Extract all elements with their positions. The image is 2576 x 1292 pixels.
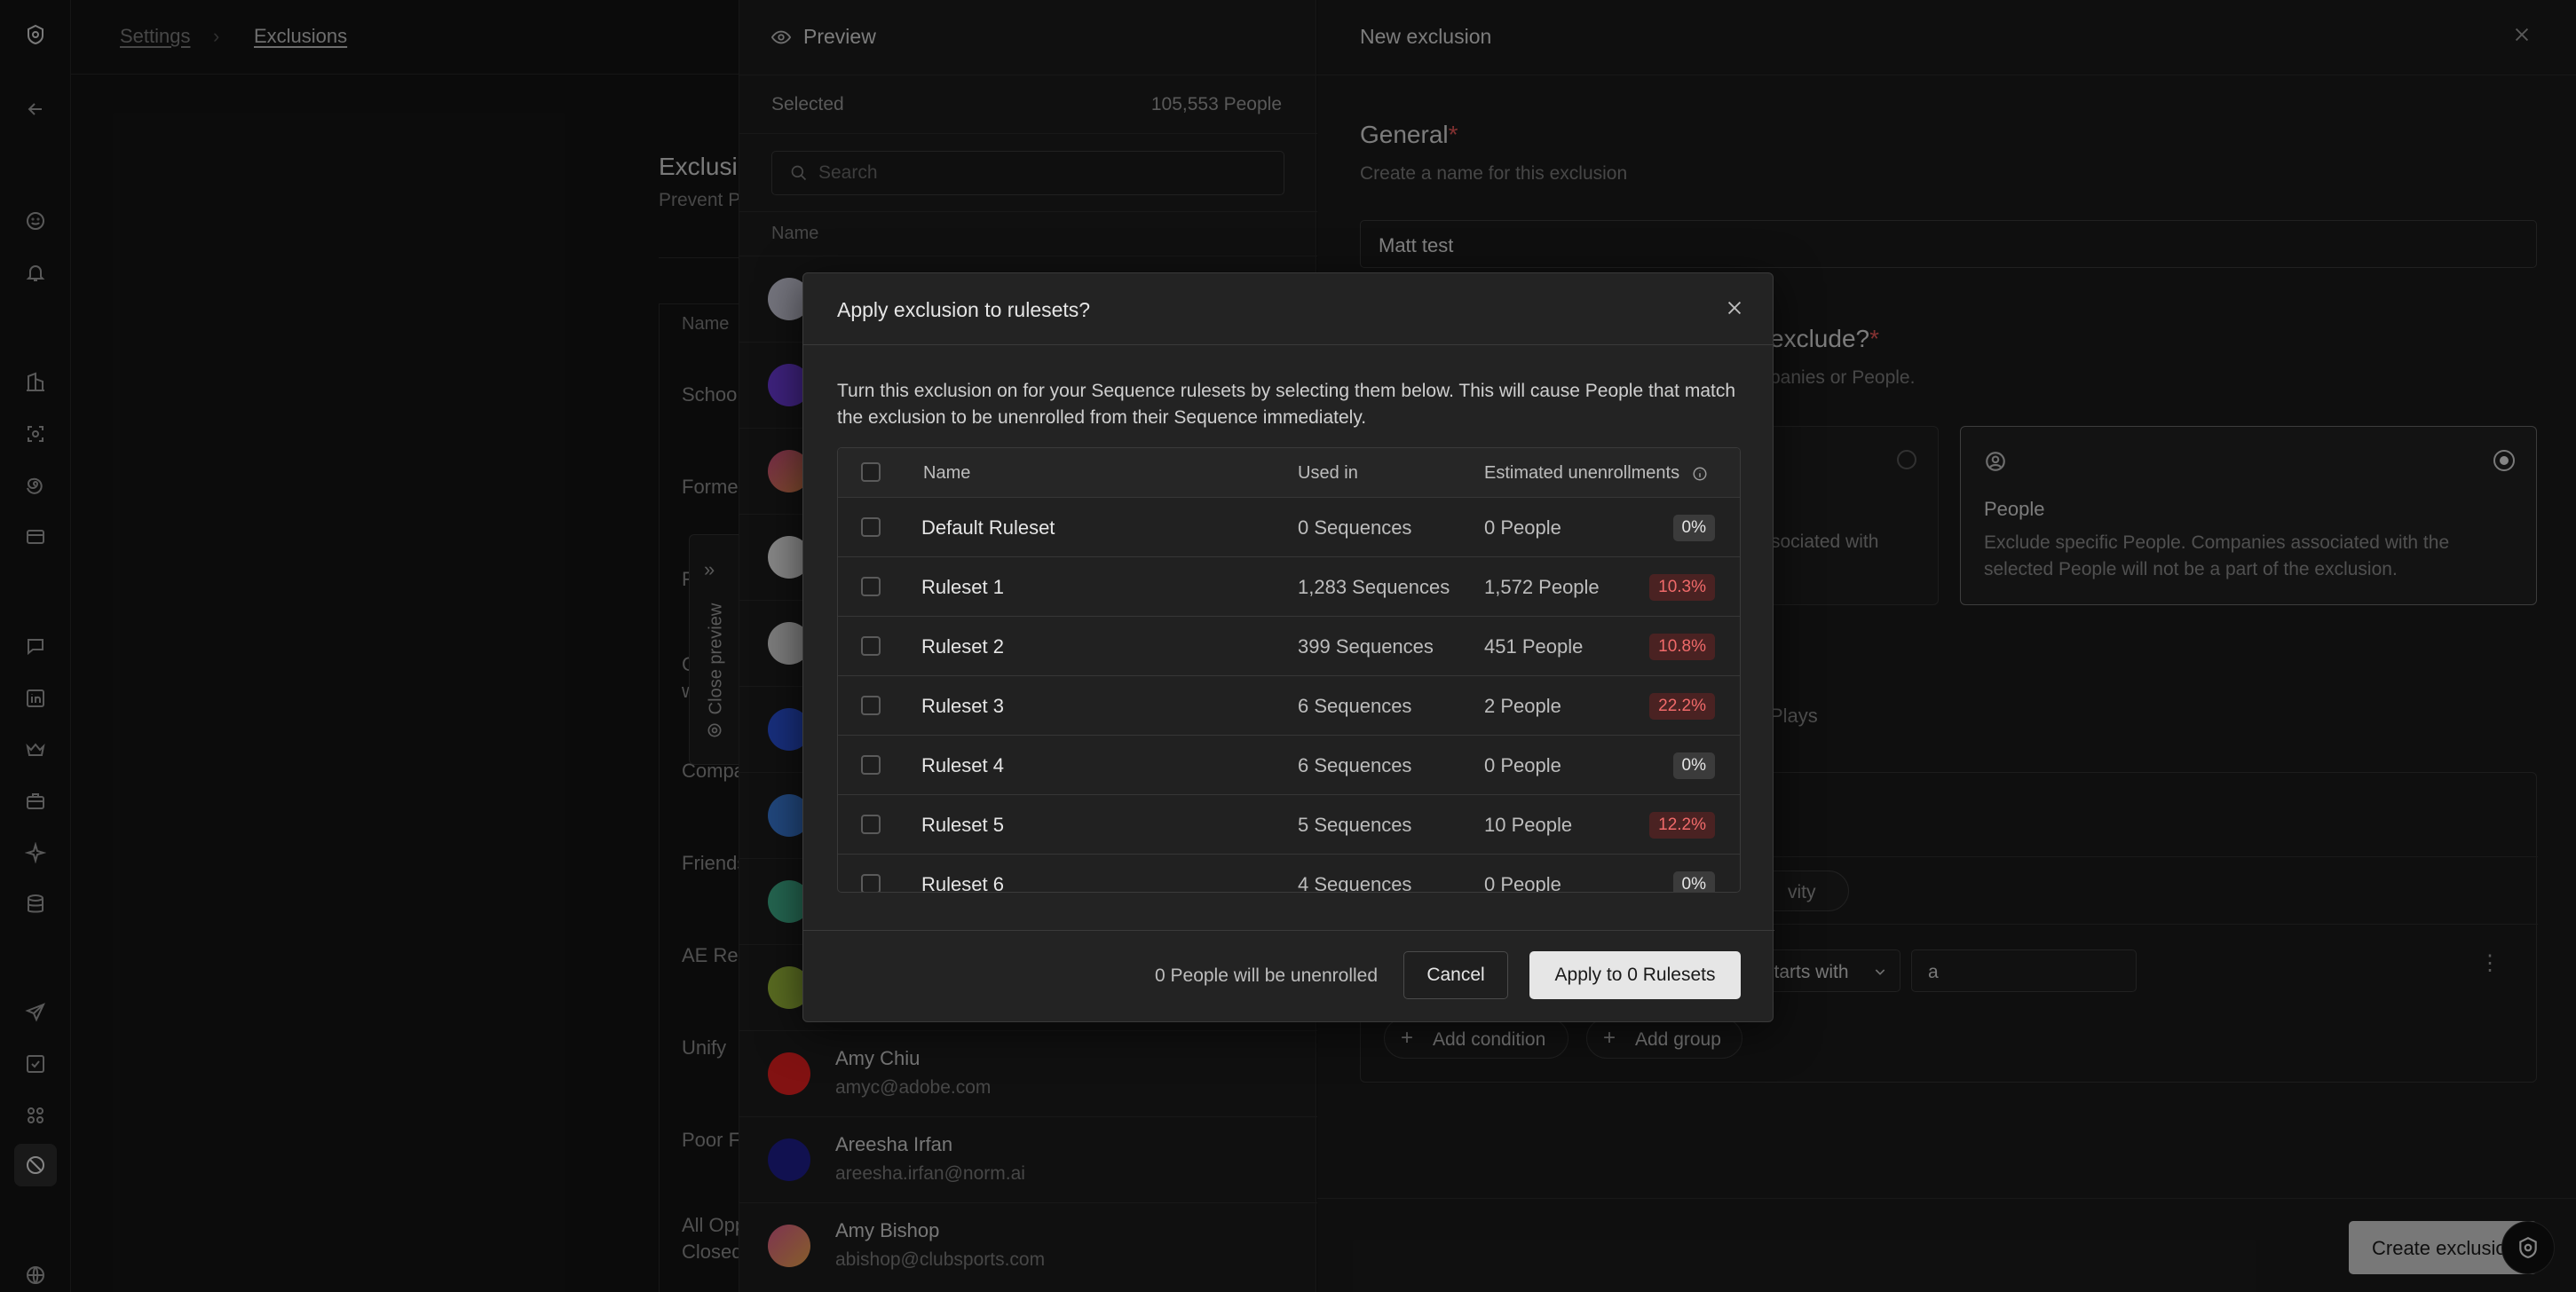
ruleset-checkbox[interactable] [861,755,881,775]
table-header: Name Used in Estimated unenrollments [838,448,1740,497]
unenroll-percent-badge: 22.2% [1649,693,1715,720]
unenroll-percent-badge: 0% [1672,752,1715,779]
modal-title: Apply exclusion to rulesets? [837,298,1091,321]
ruleset-name: Default Ruleset [921,516,1055,539]
ruleset-name: Ruleset 6 [921,873,1004,893]
ruleset-row[interactable]: Ruleset 4 6 Sequences 0 People 0% [838,735,1740,794]
apply-exclusion-modal: Apply exclusion to rulesets? Turn this e… [802,272,1774,1022]
column-estimated-unenrollments: Estimated unenrollments [1484,463,1680,483]
unenroll-percent-badge: 10.8% [1649,634,1715,660]
info-icon[interactable] [1692,466,1708,482]
ruleset-name: Ruleset 3 [921,695,1004,717]
ruleset-people: 451 People [1484,635,1584,658]
ruleset-row[interactable]: Ruleset 2 399 Sequences 451 People 10.8% [838,616,1740,675]
ruleset-used-in: 6 Sequences [1298,754,1412,776]
cancel-button[interactable]: Cancel [1403,951,1508,999]
apply-rulesets-button[interactable]: Apply to 0 Rulesets [1529,951,1741,999]
ruleset-people: 0 People [1484,873,1561,893]
ruleset-people: 2 People [1484,695,1561,717]
ruleset-people: 0 People [1484,754,1561,776]
ruleset-row[interactable]: Ruleset 3 6 Sequences 2 People 22.2% [838,675,1740,735]
ruleset-used-in: 6 Sequences [1298,695,1412,717]
ruleset-used-in: 4 Sequences [1298,873,1412,893]
ruleset-checkbox[interactable] [861,815,881,834]
ruleset-checkbox[interactable] [861,517,881,537]
ruleset-checkbox[interactable] [861,636,881,656]
ruleset-people: 0 People [1484,516,1561,539]
ruleset-used-in: 1,283 Sequences [1298,576,1450,598]
unenroll-percent-badge: 0% [1672,871,1715,892]
ruleset-name: Ruleset 4 [921,754,1004,776]
select-all-checkbox[interactable] [861,462,881,482]
ruleset-name: Ruleset 5 [921,814,1004,836]
ruleset-checkbox[interactable] [861,874,881,892]
unenroll-percent-badge: 0% [1672,515,1715,541]
ruleset-row[interactable]: Ruleset 1 1,283 Sequences 1,572 People 1… [838,556,1740,616]
ruleset-row[interactable]: Default Ruleset 0 Sequences 0 People 0% [838,497,1740,556]
close-icon[interactable] [1725,298,1744,318]
unenroll-percent-badge: 12.2% [1649,812,1715,839]
unenroll-summary: 0 People will be unenrolled [1155,965,1379,986]
ruleset-used-in: 399 Sequences [1298,635,1434,658]
ruleset-people: 10 People [1484,814,1573,836]
ruleset-used-in: 0 Sequences [1298,516,1412,539]
column-name: Name [923,463,971,483]
ruleset-used-in: 5 Sequences [1298,814,1412,836]
ruleset-checkbox[interactable] [861,577,881,596]
ruleset-name: Ruleset 1 [921,576,1004,598]
ruleset-checkbox[interactable] [861,696,881,715]
ruleset-name: Ruleset 2 [921,635,1004,658]
modal-description: Turn this exclusion on for your Sequence… [837,381,1736,428]
ruleset-row[interactable]: Ruleset 6 4 Sequences 0 People 0% [838,854,1740,893]
column-used-in: Used in [1298,463,1358,483]
ruleset-row[interactable]: Ruleset 5 5 Sequences 10 People 12.2% [838,794,1740,854]
unenroll-percent-badge: 10.3% [1649,574,1715,601]
ruleset-people: 1,572 People [1484,576,1600,598]
rulesets-table: Name Used in Estimated unenrollments Def… [837,447,1741,893]
